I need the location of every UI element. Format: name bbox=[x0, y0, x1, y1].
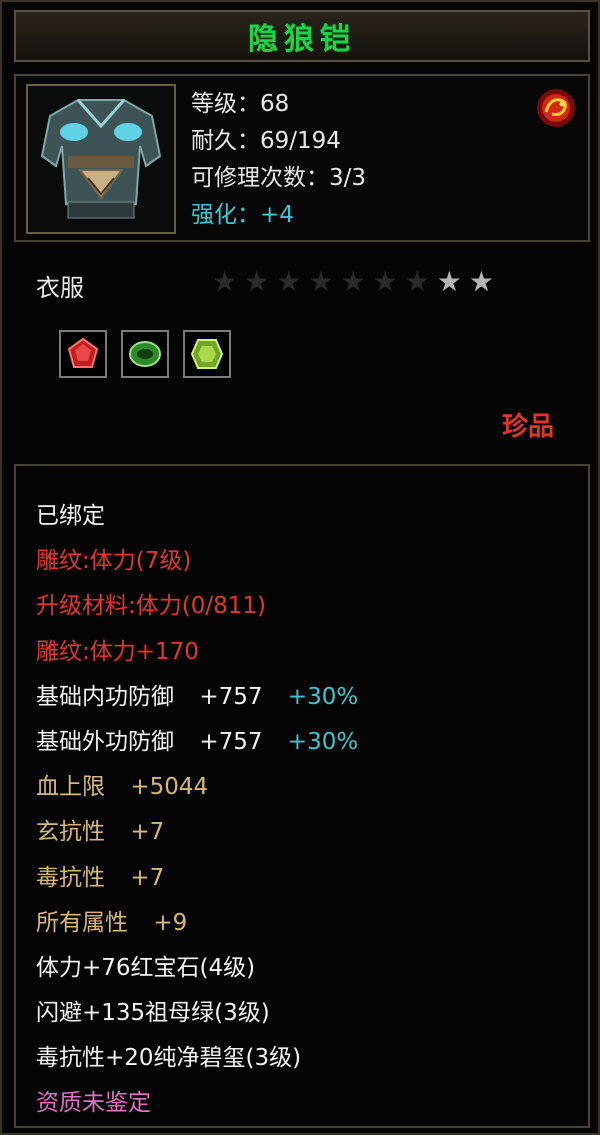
item-details: 衣服 ★ ★ ★ ★ ★ ★ ★ ★ ★ 珍品 bbox=[14, 250, 590, 450]
gem-bonus-2: 闪避+135祖母绿(3级) bbox=[36, 1000, 270, 1027]
mystic-resist-value: +7 bbox=[130, 819, 165, 846]
inner-defense-row: 基础内功防御 +757 +30% bbox=[36, 675, 358, 720]
star-icon: ★ bbox=[212, 265, 238, 298]
all-attributes-value: +9 bbox=[153, 909, 188, 936]
jade-gem-icon bbox=[190, 339, 224, 369]
enhance-text: 强化：+4 bbox=[191, 202, 294, 228]
durability-text: 耐久：69/194 bbox=[191, 128, 341, 154]
gem-bonus-3: 毒抗性+20纯净碧玺(3级) bbox=[36, 1045, 302, 1072]
repair-count-text: 可修理次数：3/3 bbox=[191, 165, 367, 191]
poison-resist-row: 毒抗性 +7 bbox=[36, 856, 358, 901]
outer-defense-value: +757 bbox=[199, 728, 263, 755]
rarity-label: 珍品 bbox=[501, 412, 554, 442]
star-icon: ★ bbox=[244, 265, 270, 298]
socket-emerald[interactable] bbox=[121, 330, 169, 378]
aptitude-status: 资质未鉴定 bbox=[36, 1090, 151, 1117]
hp-value: +5044 bbox=[130, 774, 209, 801]
outer-defense-label: 基础外功防御 bbox=[36, 728, 174, 755]
item-summary-panel: 等级：68 耐久：69/194 可修理次数：3/3 强化：+4 bbox=[14, 74, 590, 242]
star-icon: ★ bbox=[404, 265, 430, 298]
dragon-emblem-icon bbox=[534, 86, 578, 130]
inner-defense-value: +757 bbox=[199, 683, 263, 710]
gem-bonus-1: 体力+76红宝石(4级) bbox=[36, 954, 256, 981]
attribute-panel: 已绑定 雕纹:体力(7级) 升级材料:体力(0/811) 雕纹:体力+170 基… bbox=[14, 464, 590, 1128]
star-icon: ★ bbox=[436, 265, 462, 298]
star-icon: ★ bbox=[340, 265, 366, 298]
mystic-resist-row: 玄抗性 +7 bbox=[36, 810, 358, 855]
bound-status: 已绑定 bbox=[36, 503, 105, 529]
attribute-list: 已绑定 雕纹:体力(7级) 升级材料:体力(0/811) 雕纹:体力+170 基… bbox=[36, 494, 358, 1127]
all-attributes-label: 所有属性 bbox=[36, 909, 128, 936]
emerald-gem-icon bbox=[129, 341, 161, 367]
inner-defense-label: 基础内功防御 bbox=[36, 683, 174, 710]
hp-row: 血上限 +5044 bbox=[36, 765, 358, 810]
hp-label: 血上限 bbox=[36, 774, 105, 801]
star-icon: ★ bbox=[276, 265, 302, 298]
inner-defense-percent: +30% bbox=[287, 683, 359, 710]
engrave-text: 雕纹:体力(7级) bbox=[36, 548, 192, 575]
level-text: 等级：68 bbox=[191, 91, 290, 117]
poison-resist-value: +7 bbox=[130, 864, 165, 891]
star-icon: ★ bbox=[308, 265, 334, 298]
star-rating: ★ ★ ★ ★ ★ ★ ★ ★ ★ bbox=[212, 268, 494, 296]
gem-sockets bbox=[59, 330, 231, 378]
basic-stats: 等级：68 耐久：69/194 可修理次数：3/3 强化：+4 bbox=[191, 86, 366, 234]
outer-defense-percent: +30% bbox=[287, 728, 359, 755]
upgrade-material-text: 升级材料:体力(0/811) bbox=[36, 593, 266, 620]
star-icon: ★ bbox=[372, 265, 398, 298]
armor-icon bbox=[26, 84, 176, 234]
ruby-gem-icon bbox=[67, 337, 99, 368]
item-tooltip: 隐狼铠 等级：68 耐久：69/194 可修理次数：3/3 强化：+4 衣服 ★… bbox=[0, 0, 600, 1135]
mystic-resist-label: 玄抗性 bbox=[36, 819, 105, 846]
outer-defense-row: 基础外功防御 +757 +30% bbox=[36, 720, 358, 765]
poison-resist-label: 毒抗性 bbox=[36, 864, 105, 891]
title-bar: 隐狼铠 bbox=[14, 10, 590, 62]
socket-jade[interactable] bbox=[183, 330, 231, 378]
engrave-bonus-text: 雕纹:体力+170 bbox=[36, 638, 199, 665]
item-name: 隐狼铠 bbox=[248, 22, 356, 57]
item-category: 衣服 bbox=[36, 274, 84, 302]
star-icon: ★ bbox=[468, 265, 494, 298]
all-attributes-row: 所有属性 +9 bbox=[36, 901, 358, 946]
socket-ruby[interactable] bbox=[59, 330, 107, 378]
